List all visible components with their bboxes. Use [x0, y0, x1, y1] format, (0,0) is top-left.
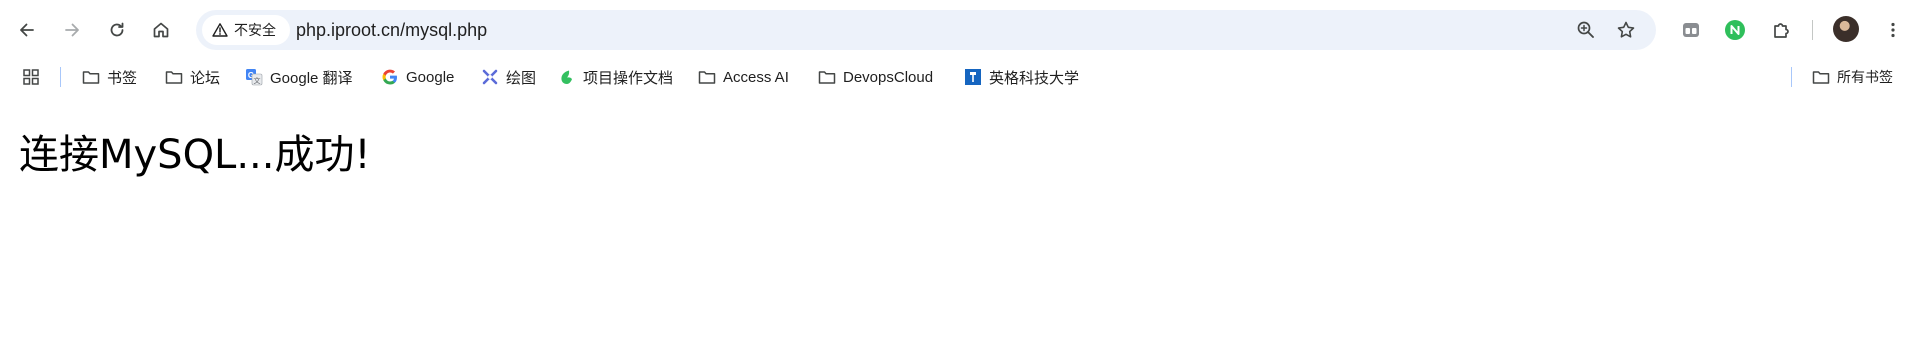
bookmark-label: 项目操作文档: [583, 69, 674, 87]
zoom-button[interactable]: [1570, 14, 1602, 46]
google-g-icon: [382, 69, 397, 85]
bookmarks-bar: 书签 论坛 G 文 Google 翻译 Google 绘图 项目操作文档 Acc…: [0, 60, 1920, 94]
forward-button[interactable]: [54, 12, 90, 48]
apps-grid-icon: [23, 69, 39, 85]
puzzle-icon: [1774, 23, 1789, 38]
draw-icon: [482, 69, 498, 85]
n-extension-icon: [1725, 20, 1745, 40]
bookmark-university[interactable]: 英格科技大学: [964, 64, 1079, 90]
bookmark-folder-access-ai[interactable]: Access AI: [698, 64, 789, 90]
home-button[interactable]: [143, 12, 179, 48]
reload-button[interactable]: [99, 12, 135, 48]
browser-toolbar: 不安全 php.iproot.cn/mysql.php: [0, 0, 1920, 60]
profile-avatar[interactable]: [1833, 16, 1859, 42]
warning-icon: [212, 23, 228, 37]
bookmark-label: DevopsCloud: [843, 68, 934, 86]
menu-button[interactable]: [1878, 15, 1908, 45]
star-icon: [1617, 21, 1635, 38]
folder-icon: [82, 71, 100, 84]
bookmarks-divider: [60, 67, 61, 87]
forward-arrow-icon: [65, 23, 79, 37]
bookmark-label: 论坛: [190, 69, 221, 87]
bookmark-label: 绘图: [506, 69, 537, 87]
extensions-button[interactable]: [1766, 15, 1796, 45]
toolbar-divider: [1812, 20, 1813, 40]
reload-icon: [110, 22, 124, 37]
bookmark-label: Access AI: [723, 68, 789, 86]
zoom-icon: [1577, 21, 1594, 38]
bookmark-label: 书签: [107, 69, 138, 87]
tab-manager-icon: [1683, 23, 1699, 37]
all-bookmarks-button[interactable]: 所有书签: [1812, 64, 1893, 90]
bookmark-folder-shuqian[interactable]: 书签: [82, 64, 137, 90]
university-icon: [965, 69, 981, 85]
kebab-menu-icon: [1891, 22, 1895, 38]
extension-tabs-button[interactable]: [1676, 15, 1706, 45]
bookmark-google-translate[interactable]: G 文 Google 翻译: [245, 64, 353, 90]
bookmark-project-docs[interactable]: 项目操作文档: [558, 64, 673, 90]
folder-icon: [818, 71, 836, 84]
all-bookmarks-label: 所有书签: [1837, 69, 1893, 85]
folder-icon: [165, 71, 183, 84]
bookmark-label: 英格科技大学: [989, 69, 1080, 87]
back-button[interactable]: [9, 12, 45, 48]
home-icon: [153, 22, 169, 38]
back-arrow-icon: [20, 23, 34, 37]
bookmark-star-button[interactable]: [1610, 14, 1642, 46]
google-translate-icon: G 文: [246, 69, 263, 86]
extension-n-button[interactable]: [1720, 15, 1750, 45]
url-text[interactable]: php.iproot.cn/mysql.php: [296, 10, 487, 50]
bookmark-folder-devopscloud[interactable]: DevopsCloud: [818, 64, 933, 90]
page-heading: 连接MySQL...成功!: [19, 132, 371, 178]
all-bookmarks-divider: [1791, 67, 1792, 87]
bookmark-google[interactable]: Google: [381, 64, 454, 90]
security-label: 不安全: [234, 22, 276, 38]
address-bar[interactable]: 不安全 php.iproot.cn/mysql.php: [196, 10, 1656, 50]
security-indicator[interactable]: 不安全: [202, 15, 290, 45]
folder-icon: [698, 71, 716, 84]
leaf-icon: [561, 70, 572, 84]
svg-text:文: 文: [254, 76, 261, 85]
apps-shortcut[interactable]: [22, 64, 40, 90]
bookmark-label: Google 翻译: [270, 69, 353, 87]
bookmark-folder-luntan[interactable]: 论坛: [165, 64, 220, 90]
bookmark-huitu[interactable]: 绘图: [481, 64, 536, 90]
bookmark-label: Google: [406, 68, 455, 86]
folder-icon: [1812, 71, 1830, 84]
